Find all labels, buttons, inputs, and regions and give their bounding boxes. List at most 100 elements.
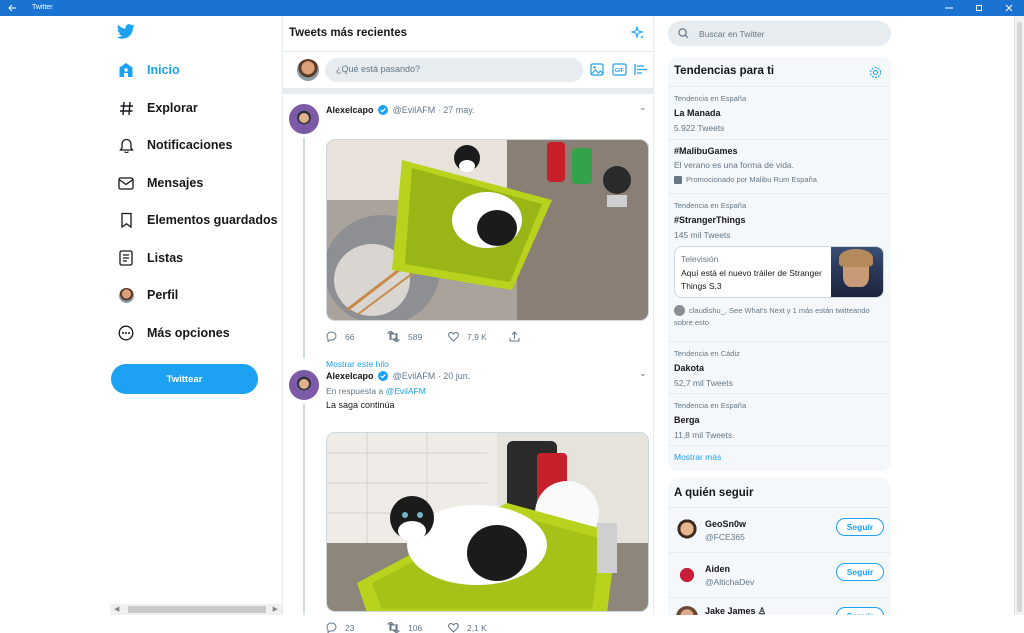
- follow-suggestion[interactable]: Aiden @AltichaDev Seguir: [668, 552, 891, 597]
- trend-item[interactable]: Tendencia en España La Manada 5.922 Twee…: [668, 86, 891, 139]
- nav-label: Más opciones: [147, 326, 230, 340]
- tweet-author-name[interactable]: Alexelcapo: [326, 371, 374, 381]
- share-button[interactable]: [509, 331, 570, 342]
- bookmark-icon: [116, 210, 136, 230]
- follow-user-name[interactable]: Jake James ♙: [705, 606, 766, 615]
- follow-button[interactable]: Seguir: [836, 607, 884, 615]
- reply-button[interactable]: 66: [326, 331, 387, 342]
- reply-button[interactable]: 23: [326, 622, 387, 633]
- tweet-image[interactable]: [326, 432, 649, 612]
- poll-icon[interactable]: [634, 63, 648, 76]
- scrollbar-thumb[interactable]: [1017, 22, 1022, 612]
- chevron-down-icon[interactable]: ⌄: [639, 368, 647, 379]
- like-button[interactable]: 7,9 K: [448, 331, 509, 342]
- tweet[interactable]: Alexelcapo @EvilAFM · 27 may. ⌄ 66 589 7…: [283, 94, 653, 369]
- retweet-icon: [387, 622, 400, 633]
- nav-item-home[interactable]: Inicio: [116, 56, 180, 84]
- retweet-button[interactable]: 106: [387, 622, 448, 633]
- tweet-timestamp[interactable]: · 27 may.: [438, 105, 475, 115]
- retweet-button[interactable]: 589: [387, 331, 448, 342]
- scrollbar-thumb[interactable]: [128, 606, 266, 613]
- follow-button[interactable]: Seguir: [836, 563, 884, 581]
- tweet-actions: 23 106 2,1 K: [326, 622, 509, 633]
- avatar[interactable]: [289, 104, 319, 134]
- reply-to-link[interactable]: @EvilAFM: [386, 386, 426, 396]
- trends-title: Tendencias para ti: [674, 65, 775, 77]
- tweet[interactable]: Alexelcapo @EvilAFM · 20 jun. ⌄ En respu…: [283, 364, 653, 633]
- title-bar: Twitter: [0, 0, 1024, 16]
- twitter-logo-icon[interactable]: [117, 24, 135, 39]
- compose-input[interactable]: ¿Qué está pasando?: [325, 58, 583, 82]
- sparkle-icon[interactable]: [631, 26, 645, 40]
- timeline: Tweets más recientes ¿Qué está pasando? …: [282, 16, 654, 633]
- tweet-author-name[interactable]: Alexelcapo: [326, 105, 374, 115]
- trend-name: #StrangerThings: [674, 215, 746, 225]
- trend-item[interactable]: Tendencia en España Berga 11,8 mil Tweet…: [668, 393, 891, 445]
- window-scrollbar[interactable]: [1014, 16, 1024, 615]
- tweet-timestamp[interactable]: · 20 jun.: [438, 371, 471, 381]
- gif-icon[interactable]: GIF: [612, 63, 627, 76]
- trend-count: 145 mil Tweets: [674, 230, 731, 240]
- search-placeholder: Buscar en Twitter: [699, 28, 765, 39]
- scroll-right-icon[interactable]: ▶: [273, 605, 278, 613]
- envelope-icon: [116, 173, 136, 193]
- card-thumbnail: [831, 247, 883, 297]
- trend-item-promoted[interactable]: #MalibuGames El verano es una forma de v…: [668, 139, 891, 193]
- follow-user-handle: @AltichaDev: [705, 577, 755, 587]
- back-button[interactable]: [0, 0, 24, 16]
- bell-icon: [116, 135, 136, 155]
- follow-user-name[interactable]: Aiden: [705, 564, 730, 574]
- maximize-button[interactable]: [964, 0, 994, 16]
- search-input[interactable]: Buscar en Twitter: [668, 21, 891, 46]
- nav-item-profile[interactable]: Perfil: [116, 281, 178, 309]
- trend-item[interactable]: Tendencia en España #StrangerThings 145 …: [668, 193, 891, 341]
- nav-item-lists[interactable]: Listas: [116, 244, 183, 272]
- reply-count: 23: [345, 622, 355, 633]
- tweet-button[interactable]: Twittear: [111, 364, 258, 394]
- nav-item-messages[interactable]: Mensajes: [116, 169, 203, 197]
- avatar: [116, 285, 136, 305]
- trend-name: Dakota: [674, 363, 705, 373]
- avatar[interactable]: [676, 606, 698, 615]
- like-button[interactable]: 2,1 K: [448, 622, 509, 633]
- trend-context: Tendencia en Cádiz: [674, 349, 740, 358]
- nav-item-bookmarks[interactable]: Elementos guardados: [116, 206, 278, 234]
- follow-user-name[interactable]: GeoSn0w: [705, 519, 746, 529]
- trend-name: La Manada: [674, 108, 721, 118]
- trend-social-context: claudishu_, See What's Next y 1 más está…: [674, 305, 886, 329]
- follow-suggestion[interactable]: Jake James ♙ Seguir: [668, 597, 891, 615]
- nav-label: Elementos guardados: [147, 213, 278, 227]
- gear-icon[interactable]: [869, 66, 882, 79]
- show-more-link[interactable]: Mostrar más: [674, 452, 721, 462]
- trend-name: Berga: [674, 415, 700, 425]
- avatar[interactable]: [676, 519, 698, 541]
- tweet-author-handle[interactable]: @EvilAFM: [393, 105, 436, 115]
- trend-description: El verano es una forma de vida.: [674, 160, 795, 170]
- retweet-count: 589: [408, 331, 423, 342]
- follow-button[interactable]: Seguir: [836, 518, 884, 536]
- nav-label: Mensajes: [147, 176, 204, 190]
- nav-item-more-options[interactable]: Más opciones: [116, 319, 230, 347]
- scroll-left-icon[interactable]: ◀: [114, 605, 119, 613]
- nav-label: Listas: [147, 251, 184, 265]
- retweet-count: 106: [408, 622, 423, 633]
- minimize-icon: [945, 7, 953, 9]
- close-button[interactable]: [994, 0, 1024, 16]
- follow-suggestion[interactable]: GeoSn0w @FCE365 Seguir: [668, 507, 891, 552]
- card-category: Televisión: [681, 254, 719, 264]
- trend-item[interactable]: Tendencia en Cádiz Dakota 52,7 mil Tweet…: [668, 341, 891, 393]
- horizontal-scrollbar[interactable]: ◀ ▶: [110, 604, 282, 615]
- hashtag-icon: [116, 98, 136, 118]
- chevron-down-icon[interactable]: ⌄: [639, 102, 647, 113]
- nav-item-explore[interactable]: Explorar: [116, 94, 198, 122]
- avatar[interactable]: [676, 564, 698, 586]
- minimize-button[interactable]: [934, 0, 964, 16]
- nav-label: Perfil: [147, 288, 179, 302]
- tweet-author-handle[interactable]: @EvilAFM: [393, 371, 436, 381]
- nav-item-notifications[interactable]: Notificaciones: [116, 131, 232, 159]
- tweet-image[interactable]: [326, 139, 649, 321]
- tweet-text: La saga continúa: [326, 400, 395, 410]
- avatar[interactable]: [289, 370, 319, 400]
- trend-news-card[interactable]: Televisión Aquí está el nuevo tráiler de…: [674, 246, 884, 298]
- image-icon[interactable]: [590, 63, 604, 76]
